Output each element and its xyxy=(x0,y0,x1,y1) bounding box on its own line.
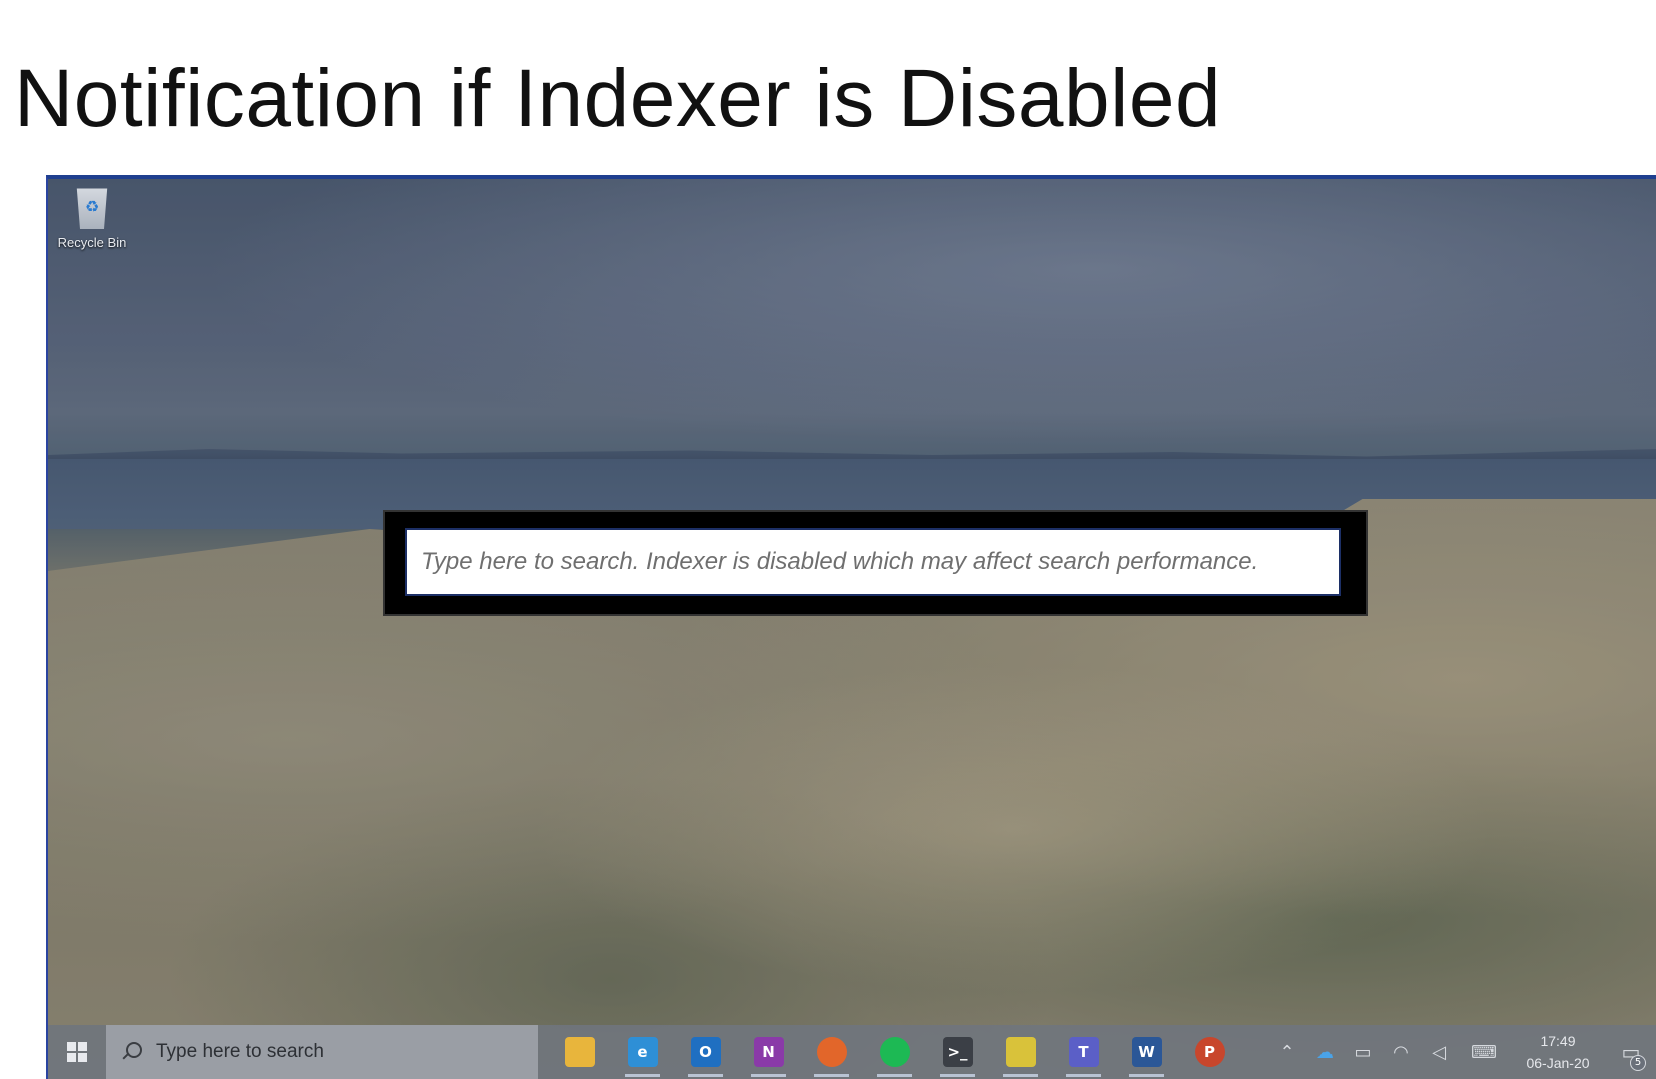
terminal-icon: >_ xyxy=(942,1037,973,1067)
slide-title: Notification if Indexer is Disabled xyxy=(14,53,1222,144)
volume-muted-icon[interactable]: ◁ xyxy=(1420,1025,1458,1079)
windows-logo-icon xyxy=(67,1042,87,1062)
sticky-notes-icon xyxy=(1005,1037,1036,1067)
spotify-icon xyxy=(879,1037,910,1067)
edge-beta-icon: e xyxy=(627,1037,658,1067)
action-center-button[interactable]: ▭ 5 xyxy=(1606,1025,1656,1079)
dim-overlay xyxy=(48,179,1656,1079)
taskbar-app-onenote[interactable]: N xyxy=(737,1025,800,1079)
search-notification-banner: Type here to search. Indexer is disabled… xyxy=(383,510,1368,616)
search-icon xyxy=(120,1040,144,1064)
start-button[interactable] xyxy=(48,1025,106,1079)
notification-count-badge: 5 xyxy=(1630,1055,1646,1071)
clock-date: 06-Jan-20 xyxy=(1526,1055,1590,1071)
desktop-screenshot: ♻ Recycle Bin Type here to search. Index… xyxy=(46,175,1656,1079)
desktop-icon-label: Recycle Bin xyxy=(57,235,127,250)
clock[interactable]: 17:49 06-Jan-20 xyxy=(1510,1025,1606,1079)
taskbar-app-list: e O N >_ T W P xyxy=(548,1025,1241,1079)
search-placeholder-text: Type here to search. Indexer is disabled… xyxy=(421,548,1259,575)
taskbar: Type here to search e O N >_ T W P ⌃ ☁ ▭ ◠ ◁ ⌨… xyxy=(48,1025,1656,1079)
taskbar-app-outlook[interactable]: O xyxy=(674,1025,737,1079)
taskbar-app-edge-beta[interactable]: e xyxy=(611,1025,674,1079)
powerpoint-icon: P xyxy=(1194,1037,1225,1067)
desktop-icon-recycle-bin[interactable]: ♻ Recycle Bin xyxy=(56,183,128,250)
taskbar-app-teams[interactable]: T xyxy=(1052,1025,1115,1079)
wifi-icon[interactable]: ◠ xyxy=(1382,1025,1420,1079)
onenote-icon: N xyxy=(753,1037,784,1067)
taskbar-app-sticky-notes[interactable] xyxy=(989,1025,1052,1079)
folder-icon xyxy=(564,1037,595,1067)
chevron-up-icon[interactable]: ⌃ xyxy=(1268,1025,1306,1079)
clock-time: 17:49 xyxy=(1540,1033,1576,1049)
taskbar-app-file-explorer[interactable] xyxy=(548,1025,611,1079)
onedrive-icon[interactable]: ☁ xyxy=(1306,1025,1344,1079)
taskbar-app-spotify[interactable] xyxy=(863,1025,926,1079)
taskbar-search-box[interactable]: Type here to search xyxy=(106,1025,538,1079)
outlook-icon: O xyxy=(690,1037,721,1067)
taskbar-app-powerpoint[interactable]: P xyxy=(1178,1025,1241,1079)
taskbar-app-word[interactable]: W xyxy=(1115,1025,1178,1079)
keyboard-icon[interactable]: ⌨ xyxy=(1458,1025,1510,1079)
word-icon: W xyxy=(1131,1037,1162,1067)
taskbar-app-firefox[interactable] xyxy=(800,1025,863,1079)
system-tray: ⌃ ☁ ▭ ◠ ◁ ⌨ 17:49 06-Jan-20 ▭ 5 xyxy=(1268,1025,1656,1079)
recycle-bin-icon: ♻ xyxy=(76,188,108,229)
taskbar-search-placeholder: Type here to search xyxy=(156,1041,324,1062)
search-input[interactable]: Type here to search. Indexer is disabled… xyxy=(405,528,1341,596)
battery-icon[interactable]: ▭ xyxy=(1344,1025,1382,1079)
firefox-icon xyxy=(816,1037,847,1067)
teams-icon: T xyxy=(1068,1037,1099,1067)
taskbar-app-terminal[interactable]: >_ xyxy=(926,1025,989,1079)
